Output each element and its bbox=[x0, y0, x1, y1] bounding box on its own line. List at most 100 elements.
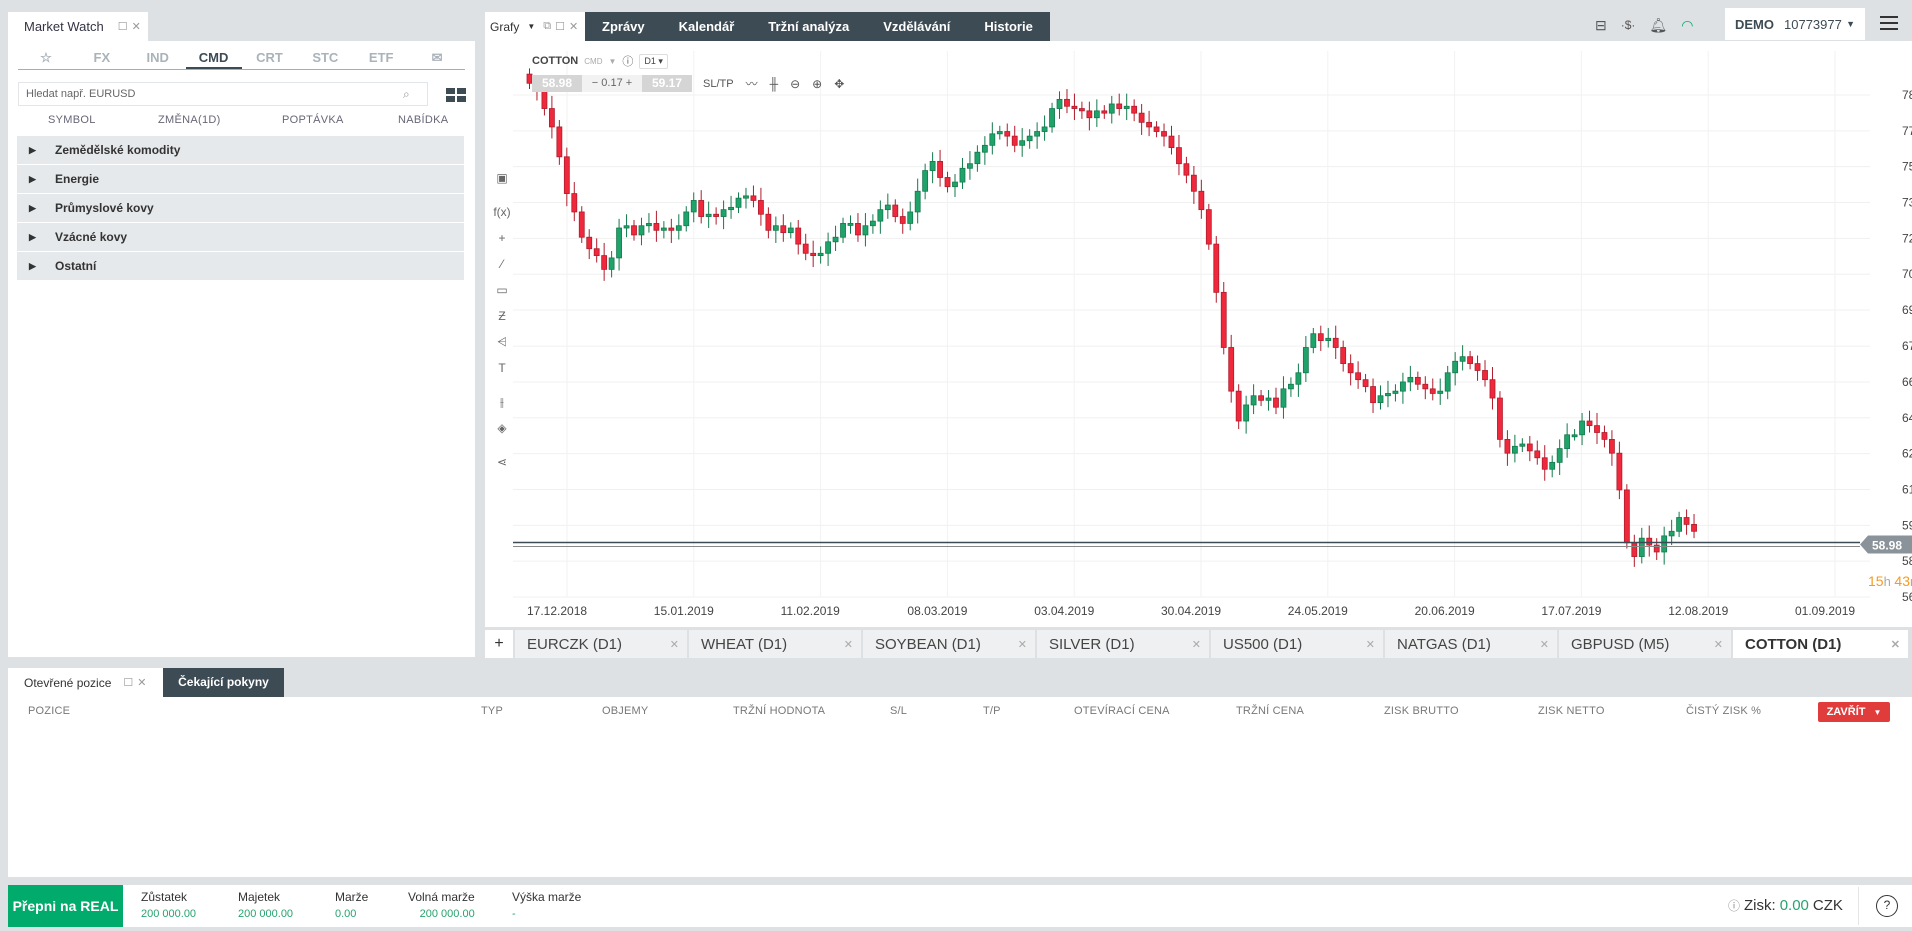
charts-tab[interactable]: Grafy ▼ ⧉ ☐ ✕ bbox=[485, 12, 585, 41]
zoom-out-icon[interactable]: ⊖ bbox=[790, 77, 800, 91]
crosshair-icon[interactable]: + bbox=[487, 225, 517, 251]
expand-icon[interactable]: ▶ bbox=[29, 174, 37, 185]
category-tab[interactable]: ETF bbox=[353, 48, 409, 69]
grid-view-icon[interactable] bbox=[446, 88, 466, 102]
chart-tab[interactable]: SOYBEAN (D1) ✕ bbox=[863, 630, 1035, 658]
symbol-search-input[interactable]: Hledat např. EURUSD ⌕ bbox=[18, 82, 428, 106]
timeframe-select[interactable]: D1 ▾ bbox=[639, 53, 668, 69]
positions-column-header[interactable]: POZICE bbox=[28, 705, 70, 717]
category-tab[interactable]: ✉ bbox=[409, 48, 465, 69]
info-icon[interactable]: ⓘ bbox=[1728, 897, 1740, 914]
col-ask[interactable]: NABÍDKA bbox=[358, 114, 458, 132]
layers-icon[interactable]: ◈ bbox=[487, 415, 517, 441]
search-icon[interactable]: ⌕ bbox=[403, 87, 427, 102]
category-tab[interactable]: IND bbox=[130, 48, 186, 69]
close-icon[interactable]: ✕ bbox=[1540, 638, 1549, 651]
close-icon[interactable]: ✕ bbox=[670, 638, 679, 651]
indicators-icon[interactable]: f(x) bbox=[487, 199, 517, 225]
sell-price-button[interactable]: 58.98 bbox=[532, 75, 582, 92]
move-icon[interactable]: ✥ bbox=[834, 77, 844, 91]
close-icon[interactable]: ✕ bbox=[1192, 638, 1201, 651]
nav-tab[interactable]: Vzdělávání bbox=[866, 12, 967, 41]
chart-tab[interactable]: US500 (D1) ✕ bbox=[1211, 630, 1383, 658]
positions-column-header[interactable]: ZISK BRUTTO bbox=[1384, 705, 1459, 717]
category-tab[interactable]: ☆ bbox=[18, 48, 74, 69]
share-icon[interactable]: ⋖ bbox=[487, 449, 517, 475]
expand-icon[interactable]: ▶ bbox=[29, 203, 37, 214]
bell-icon[interactable]: 🔔︎ bbox=[1649, 17, 1667, 34]
dollar-signal-icon[interactable]: ·$· bbox=[1621, 18, 1636, 32]
chart-tab[interactable]: GBPUSD (M5) ✕ bbox=[1559, 630, 1731, 658]
layout-icon[interactable]: ⊟ bbox=[1595, 17, 1607, 34]
positions-column-header[interactable]: S/L bbox=[890, 705, 907, 717]
close-icon[interactable]: ✕ bbox=[1018, 638, 1027, 651]
positions-column-header[interactable]: TRŽNÍ CENA bbox=[1236, 705, 1304, 717]
nav-tab[interactable]: Tržní analýza bbox=[751, 12, 866, 41]
market-watch-tab[interactable]: Market Watch ☐ ✕ bbox=[8, 12, 148, 41]
maximize-icon[interactable]: ☐ bbox=[123, 676, 133, 689]
open-positions-tab[interactable]: Otevřené pozice ☐ ✕ bbox=[8, 668, 163, 697]
expand-icon[interactable]: ▶ bbox=[29, 145, 37, 156]
category-tab[interactable]: CMD bbox=[185, 48, 242, 69]
maximize-icon[interactable]: ☐ bbox=[118, 20, 128, 33]
chart-type-icon[interactable]: ▣ bbox=[487, 165, 517, 191]
candles-icon[interactable]: ╫ bbox=[770, 77, 779, 91]
expand-icon[interactable]: ▶ bbox=[29, 232, 37, 243]
candle-settings-icon[interactable]: ⫲ bbox=[487, 389, 517, 415]
rectangle-icon[interactable]: ▭ bbox=[487, 277, 517, 303]
positions-column-header[interactable]: OBJEMY bbox=[602, 705, 648, 717]
category-tab[interactable]: FX bbox=[74, 48, 130, 69]
text-tool-icon[interactable]: T bbox=[487, 355, 517, 381]
trendline-icon[interactable]: ⁄ bbox=[487, 251, 517, 277]
positions-column-header[interactable]: TYP bbox=[481, 705, 503, 717]
symbol-group[interactable]: ▶ Energie bbox=[17, 165, 464, 194]
col-symbol[interactable]: SYMBOL bbox=[18, 114, 148, 132]
close-icon[interactable]: ✕ bbox=[1891, 638, 1900, 651]
chevron-down-icon[interactable]: ▼ bbox=[608, 57, 616, 66]
dropdown-icon[interactable]: ▼ bbox=[527, 22, 535, 31]
hamburger-menu-icon[interactable] bbox=[1880, 16, 1898, 30]
expand-icon[interactable]: ▶ bbox=[29, 261, 37, 272]
chart-tab[interactable]: COTTON (D1) ✕ bbox=[1733, 630, 1908, 658]
switch-to-real-button[interactable]: Přepni na REAL bbox=[8, 885, 123, 927]
chart-tab[interactable]: SILVER (D1) ✕ bbox=[1037, 630, 1209, 658]
nav-tab[interactable]: Historie bbox=[967, 12, 1049, 41]
charts-title[interactable]: Grafy bbox=[490, 20, 519, 34]
positions-column-header[interactable]: ČISTÝ ZISK % bbox=[1686, 705, 1761, 717]
positions-column-header[interactable]: T/P bbox=[983, 705, 1001, 717]
col-bid[interactable]: POPTÁVKA bbox=[250, 114, 358, 132]
help-icon[interactable]: ? bbox=[1876, 895, 1898, 917]
pending-orders-tab[interactable]: Čekající pokyny bbox=[163, 668, 284, 697]
symbol-group[interactable]: ▶ Ostatní bbox=[17, 252, 464, 281]
zoom-in-icon[interactable]: ⊕ bbox=[812, 77, 822, 91]
maximize-icon[interactable]: ☐ bbox=[555, 20, 565, 33]
candlestick-chart[interactable]: 78.59 77.03 75.47 73.91 72.35 70.79 69.23 67.66… bbox=[485, 41, 1912, 627]
close-icon[interactable]: ✕ bbox=[569, 20, 578, 33]
symbol-group[interactable]: ▶ Vzácné kovy bbox=[17, 223, 464, 252]
positions-column-header[interactable]: ZISK NETTO bbox=[1538, 705, 1605, 717]
nav-tab[interactable]: Kalendář bbox=[662, 12, 752, 41]
close-icon[interactable]: ✕ bbox=[1714, 638, 1723, 651]
chart-tab[interactable]: WHEAT (D1) ✕ bbox=[689, 630, 861, 658]
positions-column-header[interactable]: TRŽNÍ HODNOTA bbox=[733, 705, 825, 717]
positions-column-header[interactable]: OTEVÍRACÍ CENA bbox=[1074, 705, 1170, 717]
category-tab[interactable]: CRT bbox=[242, 48, 298, 69]
account-selector[interactable]: DEMO 10773977 ▼ bbox=[1725, 8, 1865, 40]
close-icon[interactable]: ✕ bbox=[132, 20, 141, 33]
info-icon[interactable]: ⓘ bbox=[622, 53, 633, 69]
category-tab[interactable]: STC bbox=[297, 48, 353, 69]
symbol-group[interactable]: ▶ Průmyslové kovy bbox=[17, 194, 464, 223]
close-icon[interactable]: ✕ bbox=[137, 676, 146, 689]
line-chart-icon[interactable]: 〰 bbox=[746, 75, 758, 92]
symbol-group[interactable]: ▶ Zemědělské komodity bbox=[17, 136, 464, 165]
close-icon[interactable]: ✕ bbox=[844, 638, 853, 651]
symbol-category[interactable]: CMD bbox=[584, 57, 602, 66]
volume-stepper[interactable]: − 0.17 + bbox=[582, 75, 642, 92]
add-chart-button[interactable]: + bbox=[485, 630, 513, 658]
col-change[interactable]: ZMĚNA(1D) bbox=[148, 114, 250, 132]
popout-icon[interactable]: ⧉ bbox=[543, 20, 551, 33]
chart-tab[interactable]: EURCZK (D1) ✕ bbox=[515, 630, 687, 658]
close-all-button[interactable]: ZAVŘÍT ▼ bbox=[1818, 702, 1890, 722]
buy-price-button[interactable]: 59.17 bbox=[642, 75, 692, 92]
nav-tab[interactable]: Zprávy bbox=[585, 12, 662, 41]
